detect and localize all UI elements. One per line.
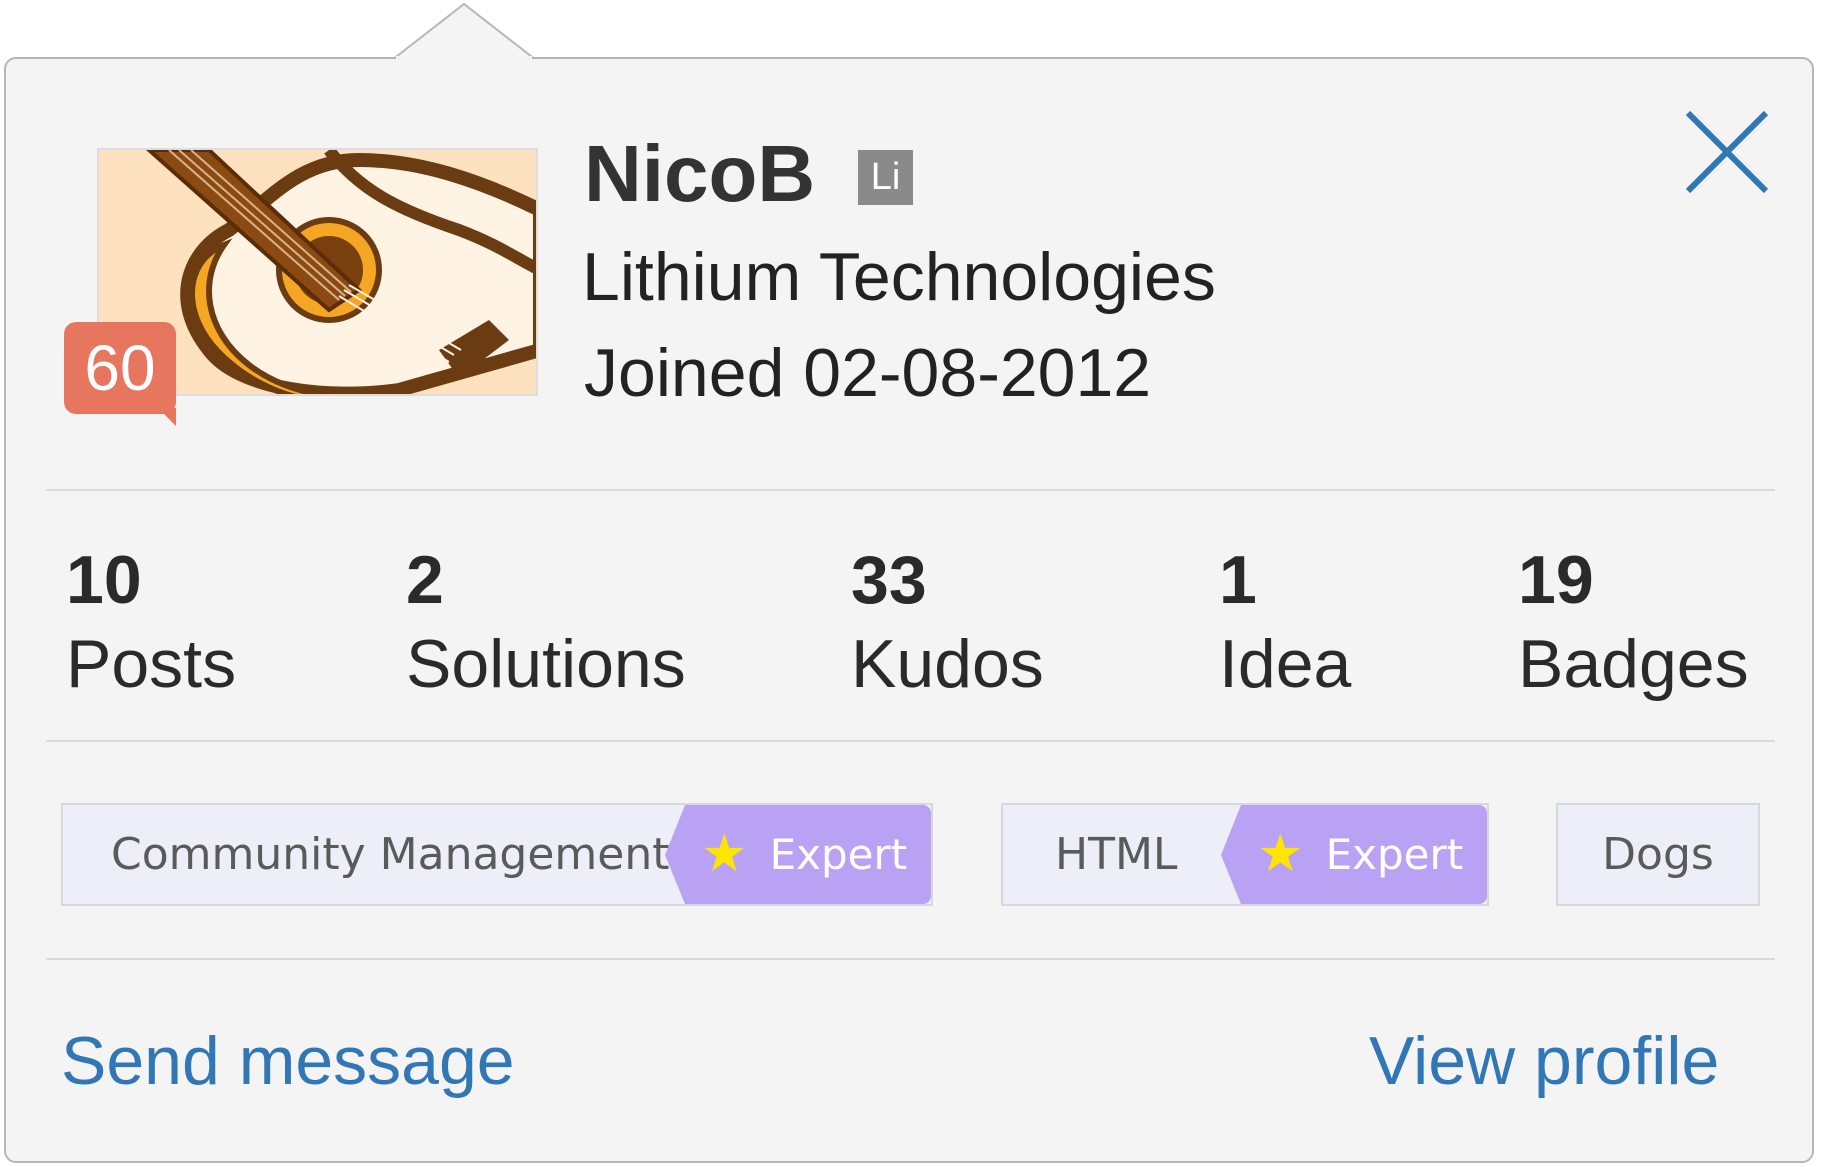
stat-label: Posts [66, 626, 237, 702]
tag-label: HTML [1055, 828, 1178, 880]
stat-label: Kudos [851, 626, 1044, 702]
stat-label: Badges [1518, 626, 1749, 702]
expert-label: Expert [1325, 830, 1464, 879]
view-profile-link[interactable]: View profile [1369, 1016, 1719, 1106]
stat-badges[interactable]: 19 Badges [1518, 540, 1749, 708]
stat-count: 19 [1518, 542, 1594, 618]
stat-count: 33 [851, 542, 927, 618]
stat-label: Solutions [406, 626, 686, 702]
tag-html[interactable]: HTML ★ Expert [1001, 803, 1489, 906]
rank-badge-tail [158, 408, 176, 426]
rank-badge: 60 [64, 322, 176, 426]
divider [46, 958, 1775, 960]
user-name[interactable]: NicoB [584, 124, 815, 224]
company-role-badge: Li [858, 150, 913, 205]
pointer-joint [396, 56, 532, 61]
divider [46, 489, 1775, 491]
stat-posts[interactable]: 10 Posts [66, 540, 236, 708]
tag-label: Community Management [111, 828, 670, 880]
expert-badge: ★ Expert [665, 805, 931, 904]
stat-count: 2 [406, 542, 444, 618]
stat-label: Idea [1219, 626, 1352, 702]
star-icon: ★ [701, 824, 748, 884]
stat-count: 10 [66, 542, 142, 618]
rank-number: 60 [84, 332, 156, 404]
stat-solutions[interactable]: 2 Solutions [406, 540, 686, 708]
tag-community-management[interactable]: Community Management ★ Expert [61, 803, 933, 906]
user-company: Lithium Technologies [582, 239, 1216, 315]
stat-idea[interactable]: 1 Idea [1219, 540, 1351, 708]
stat-kudos[interactable]: 33 Kudos [851, 540, 1044, 708]
expert-label: Expert [769, 830, 908, 879]
expert-badge: ★ Expert [1221, 805, 1487, 904]
send-message-link[interactable]: Send message [61, 1016, 515, 1106]
close-icon [1685, 110, 1769, 194]
tag-dogs[interactable]: Dogs [1556, 803, 1760, 906]
divider [46, 740, 1775, 742]
close-button[interactable] [1682, 107, 1772, 197]
popover-pointer [392, 2, 539, 62]
star-icon: ★ [1257, 824, 1304, 884]
stat-count: 1 [1219, 542, 1257, 618]
user-joined-date: Joined 02-08-2012 [584, 335, 1152, 411]
tag-label: Dogs [1602, 828, 1714, 880]
